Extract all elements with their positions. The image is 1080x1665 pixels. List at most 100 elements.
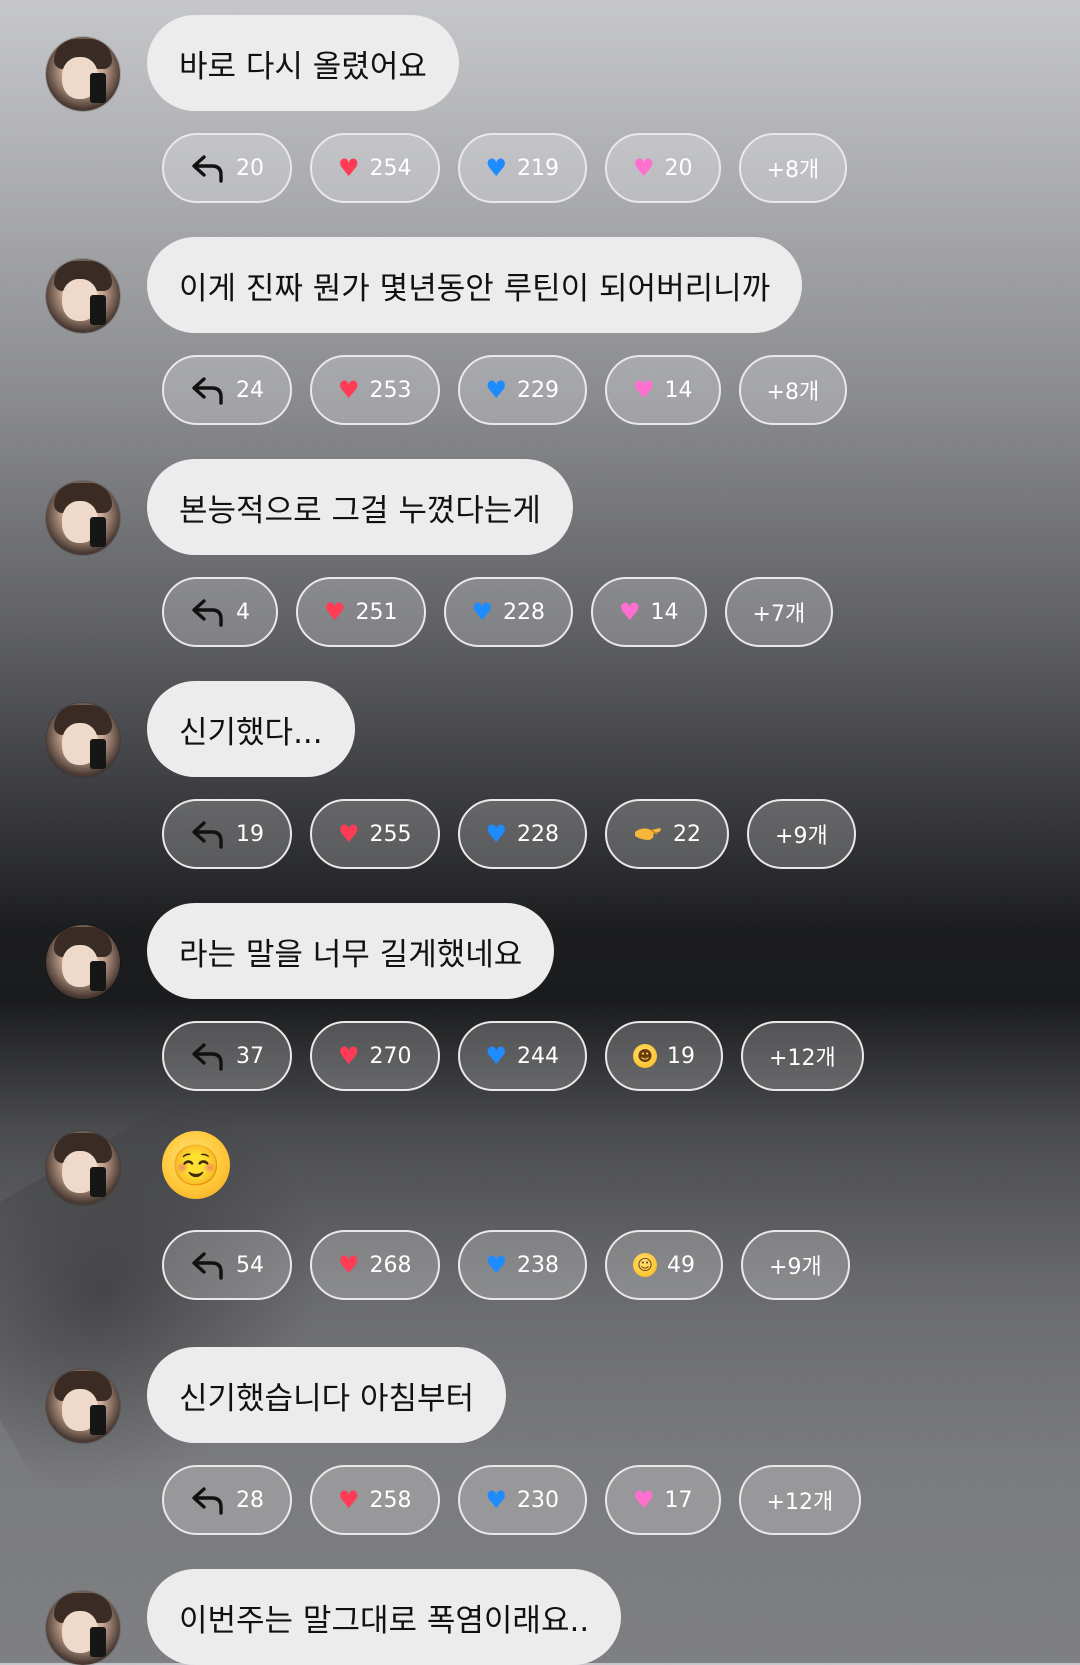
pink-heart-icon: ♥: [619, 598, 641, 626]
avatar[interactable]: [46, 925, 120, 999]
message-text: 바로 다시 올렸어요: [179, 48, 427, 85]
more-reactions-button[interactable]: +7개: [724, 577, 834, 647]
more-reactions-button[interactable]: +8개: [738, 133, 848, 203]
more-reactions-button[interactable]: +9개: [747, 799, 856, 869]
reaction-pinching-hand[interactable]: 22: [605, 799, 730, 869]
blue-heart-icon: ♥: [485, 1486, 508, 1514]
reply-count: 24: [236, 377, 264, 403]
pink-heart-icon: ♥: [633, 1486, 655, 1514]
message-bubble[interactable]: 이게 진짜 뭔가 몇년동안 루틴이 되어버리니까: [147, 237, 803, 333]
reaction-blue-heart[interactable]: ♥ 238: [457, 1230, 588, 1300]
more-reactions-label: +12개: [769, 1046, 836, 1071]
reaction-bar: 24 ♥ 253 ♥ 229 ♥ 14 +8개: [162, 355, 848, 429]
message-bubble[interactable]: 신기했습니다 아침부터: [147, 1347, 507, 1443]
reaction-red-heart[interactable]: ♥ 251: [296, 577, 426, 647]
message-text: 본능적으로 그걸 누꼈다는게: [179, 492, 541, 529]
avatar[interactable]: [46, 703, 120, 777]
message-bubble[interactable]: 본능적으로 그걸 누꼈다는게: [147, 459, 573, 555]
avatar[interactable]: [46, 1131, 120, 1205]
reaction-red-heart[interactable]: ♥ 254: [310, 133, 440, 203]
more-reactions-label: +12개: [766, 1490, 834, 1515]
message-text: 이번주는 말그대로 폭염이래요..: [179, 1602, 590, 1639]
message-row: 신기했습니다 아침부터 28 ♥ 258 ♥ 230 ♥ 17 +12개: [0, 1332, 1080, 1554]
reaction-count: 254: [369, 155, 412, 181]
blue-heart-icon: ♥: [485, 154, 508, 182]
message-bubble[interactable]: 이번주는 말그대로 폭염이래요..: [147, 1569, 622, 1665]
message-text: 신기했다...: [179, 714, 323, 751]
smiling-face-icon: ☺: [633, 1253, 658, 1277]
blue-heart-icon: ♥: [485, 820, 508, 848]
more-reactions-label: +8개: [766, 380, 820, 405]
reaction-count: 22: [673, 821, 702, 847]
reaction-count: 229: [517, 377, 560, 403]
message-bubble[interactable]: 신기했다...: [147, 681, 355, 777]
more-reactions-label: +7개: [752, 602, 806, 627]
reaction-count: 19: [667, 1043, 696, 1069]
red-heart-icon: ♥: [338, 154, 360, 182]
reply-count: 4: [236, 599, 250, 625]
message-bubble[interactable]: 바로 다시 올렸어요: [147, 15, 459, 111]
red-heart-icon: ♥: [338, 1042, 360, 1070]
reaction-count: 219: [517, 155, 560, 181]
reaction-pink-heart[interactable]: ♥ 14: [605, 355, 721, 425]
reaction-red-heart[interactable]: ♥ 270: [310, 1021, 440, 1091]
avatar[interactable]: [46, 37, 120, 111]
more-reactions-button[interactable]: +12개: [741, 1021, 864, 1091]
reaction-smiling-face[interactable]: ☺ 49: [605, 1230, 724, 1300]
reply-button[interactable]: 37: [162, 1021, 292, 1091]
reaction-red-heart[interactable]: ♥ 258: [310, 1465, 440, 1535]
reaction-count: 228: [503, 599, 546, 625]
more-reactions-button[interactable]: +8개: [738, 355, 848, 425]
avatar[interactable]: [46, 259, 120, 333]
reaction-pink-heart[interactable]: ♥ 17: [605, 1465, 721, 1535]
message-row: 본능적으로 그걸 누꼈다는게 4 ♥ 251 ♥ 228 ♥ 14 +7개: [0, 444, 1080, 666]
reaction-blue-heart[interactable]: ♥ 219: [457, 133, 588, 203]
reaction-bar: 54 ♥ 268 ♥ 238 ☺ 49 +9개: [162, 1230, 850, 1304]
reply-button[interactable]: 19: [162, 799, 292, 869]
reaction-count: 253: [369, 377, 412, 403]
reply-count: 54: [236, 1252, 264, 1278]
reply-button[interactable]: 20: [162, 133, 292, 203]
reply-button[interactable]: 28: [162, 1465, 292, 1535]
blue-heart-icon: ♥: [485, 376, 508, 404]
red-heart-icon: ♥: [338, 820, 360, 848]
red-heart-icon: ♥: [338, 1486, 360, 1514]
reaction-bar: 20 ♥ 254 ♥ 219 ♥ 20 +8개: [162, 133, 848, 207]
reply-icon: [192, 1252, 223, 1280]
reply-icon: [192, 1487, 223, 1515]
reaction-blue-heart[interactable]: ♥ 230: [457, 1465, 588, 1535]
avatar[interactable]: [46, 1369, 120, 1443]
reaction-blue-heart[interactable]: ♥ 244: [457, 1021, 588, 1091]
reaction-bar: 28 ♥ 258 ♥ 230 ♥ 17 +12개: [162, 1465, 862, 1539]
more-reactions-button[interactable]: +9개: [741, 1230, 850, 1300]
reaction-blue-heart[interactable]: ♥ 228: [457, 799, 588, 869]
more-reactions-button[interactable]: +12개: [738, 1465, 862, 1535]
reply-icon: [192, 821, 223, 849]
reaction-red-heart[interactable]: ♥ 268: [310, 1230, 440, 1300]
reply-button[interactable]: 24: [162, 355, 292, 425]
reply-icon: [192, 155, 223, 183]
reply-count: 20: [236, 155, 264, 181]
avatar[interactable]: [46, 1591, 120, 1665]
message-row: 바로 다시 올렸어요 20 ♥ 254 ♥ 219 ♥ 20 +8개: [0, 0, 1080, 222]
reply-count: 37: [236, 1043, 264, 1069]
more-reactions-label: +9개: [775, 824, 828, 849]
avatar[interactable]: [46, 481, 120, 555]
reply-button[interactable]: 4: [162, 577, 278, 647]
reaction-blue-heart[interactable]: ♥ 229: [457, 355, 588, 425]
blue-heart-icon: ♥: [485, 1042, 508, 1070]
reaction-pink-heart[interactable]: ♥ 20: [605, 133, 721, 203]
reaction-red-heart[interactable]: ♥ 253: [310, 355, 440, 425]
message-bubble[interactable]: 라는 말을 너무 길게했네요: [147, 903, 555, 999]
message-row: 이번주는 말그대로 폭염이래요..: [0, 1554, 1080, 1665]
message-row: ☺️ 54 ♥ 268 ♥ 238 ☺ 49 +9개: [0, 1100, 1080, 1322]
smiling-face-emoji[interactable]: ☺️: [162, 1131, 230, 1199]
reply-button[interactable]: 54: [162, 1230, 292, 1300]
reaction-count: 244: [517, 1043, 560, 1069]
reaction-pink-heart[interactable]: ♥ 14: [591, 577, 707, 647]
reaction-blue-heart[interactable]: ♥ 228: [443, 577, 574, 647]
reaction-laughing-face[interactable]: ☻ 19: [605, 1021, 724, 1091]
message-row: 라는 말을 너무 길게했네요 37 ♥ 270 ♥ 244 ☻ 19 +12개: [0, 888, 1080, 1110]
reaction-count: 251: [355, 599, 398, 625]
reaction-red-heart[interactable]: ♥ 255: [310, 799, 440, 869]
